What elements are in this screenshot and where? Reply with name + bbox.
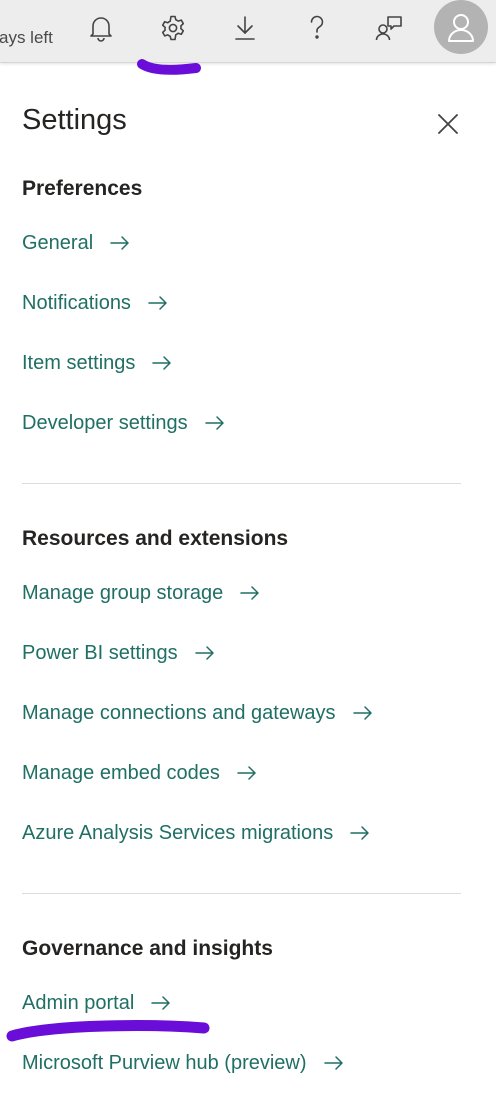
gear-icon[interactable] bbox=[155, 10, 191, 46]
section-title-preferences: Preferences bbox=[22, 177, 143, 200]
link-azure-analysis-services-migrations[interactable]: Azure Analysis Services migrations bbox=[22, 818, 371, 848]
arrow-right-icon bbox=[204, 415, 226, 431]
arrow-right-icon bbox=[323, 1055, 345, 1071]
link-power-bi-settings[interactable]: Power BI settings bbox=[22, 638, 216, 668]
arrow-right-icon bbox=[239, 585, 261, 601]
highlighter-mark-admin-portal bbox=[6, 1020, 210, 1042]
close-icon bbox=[438, 114, 458, 134]
link-label: Microsoft Purview hub (preview) bbox=[22, 1051, 307, 1074]
link-label: Admin portal bbox=[22, 991, 135, 1014]
person-icon[interactable] bbox=[434, 0, 488, 54]
section-title-governance-and-insights: Governance and insights bbox=[22, 937, 273, 960]
arrow-right-icon bbox=[151, 355, 173, 371]
arrow-right-icon bbox=[349, 825, 371, 841]
trial-days-left-text[interactable]: ays left bbox=[0, 28, 53, 48]
link-general[interactable]: General bbox=[22, 228, 131, 258]
link-label: Manage connections and gateways bbox=[22, 701, 336, 724]
link-manage-connections-and-gateways[interactable]: Manage connections and gateways bbox=[22, 698, 374, 728]
feedback-icon[interactable] bbox=[371, 10, 407, 46]
link-label: Item settings bbox=[22, 351, 136, 374]
link-item-settings[interactable]: Item settings bbox=[22, 348, 173, 378]
download-icon[interactable] bbox=[227, 10, 263, 46]
arrow-right-icon bbox=[147, 295, 169, 311]
question-icon[interactable] bbox=[299, 10, 335, 46]
arrow-right-icon bbox=[352, 705, 374, 721]
section-divider bbox=[22, 483, 461, 484]
link-manage-group-storage[interactable]: Manage group storage bbox=[22, 578, 261, 608]
section-divider bbox=[22, 893, 461, 894]
link-label: Power BI settings bbox=[22, 641, 178, 664]
link-label: Azure Analysis Services migrations bbox=[22, 821, 334, 844]
arrow-right-icon bbox=[194, 645, 216, 661]
link-label: General bbox=[22, 231, 94, 254]
arrow-right-icon bbox=[109, 235, 131, 251]
link-microsoft-purview-hub[interactable]: Microsoft Purview hub (preview) bbox=[22, 1048, 345, 1078]
bell-icon[interactable] bbox=[83, 10, 119, 46]
section-title-resources-and-extensions: Resources and extensions bbox=[22, 527, 289, 550]
link-label: Notifications bbox=[22, 291, 131, 314]
link-label: Manage group storage bbox=[22, 581, 224, 604]
link-notifications[interactable]: Notifications bbox=[22, 288, 169, 318]
link-manage-embed-codes[interactable]: Manage embed codes bbox=[22, 758, 258, 788]
arrow-right-icon bbox=[150, 995, 172, 1011]
close-button[interactable] bbox=[432, 108, 464, 140]
link-label: Developer settings bbox=[22, 411, 188, 434]
link-admin-portal[interactable]: Admin portal bbox=[22, 988, 172, 1018]
link-developer-settings[interactable]: Developer settings bbox=[22, 408, 226, 438]
arrow-right-icon bbox=[236, 765, 258, 781]
link-label: Manage embed codes bbox=[22, 761, 220, 784]
top-header-bar: ays left bbox=[0, 0, 496, 63]
panel-title: Settings bbox=[22, 104, 127, 136]
